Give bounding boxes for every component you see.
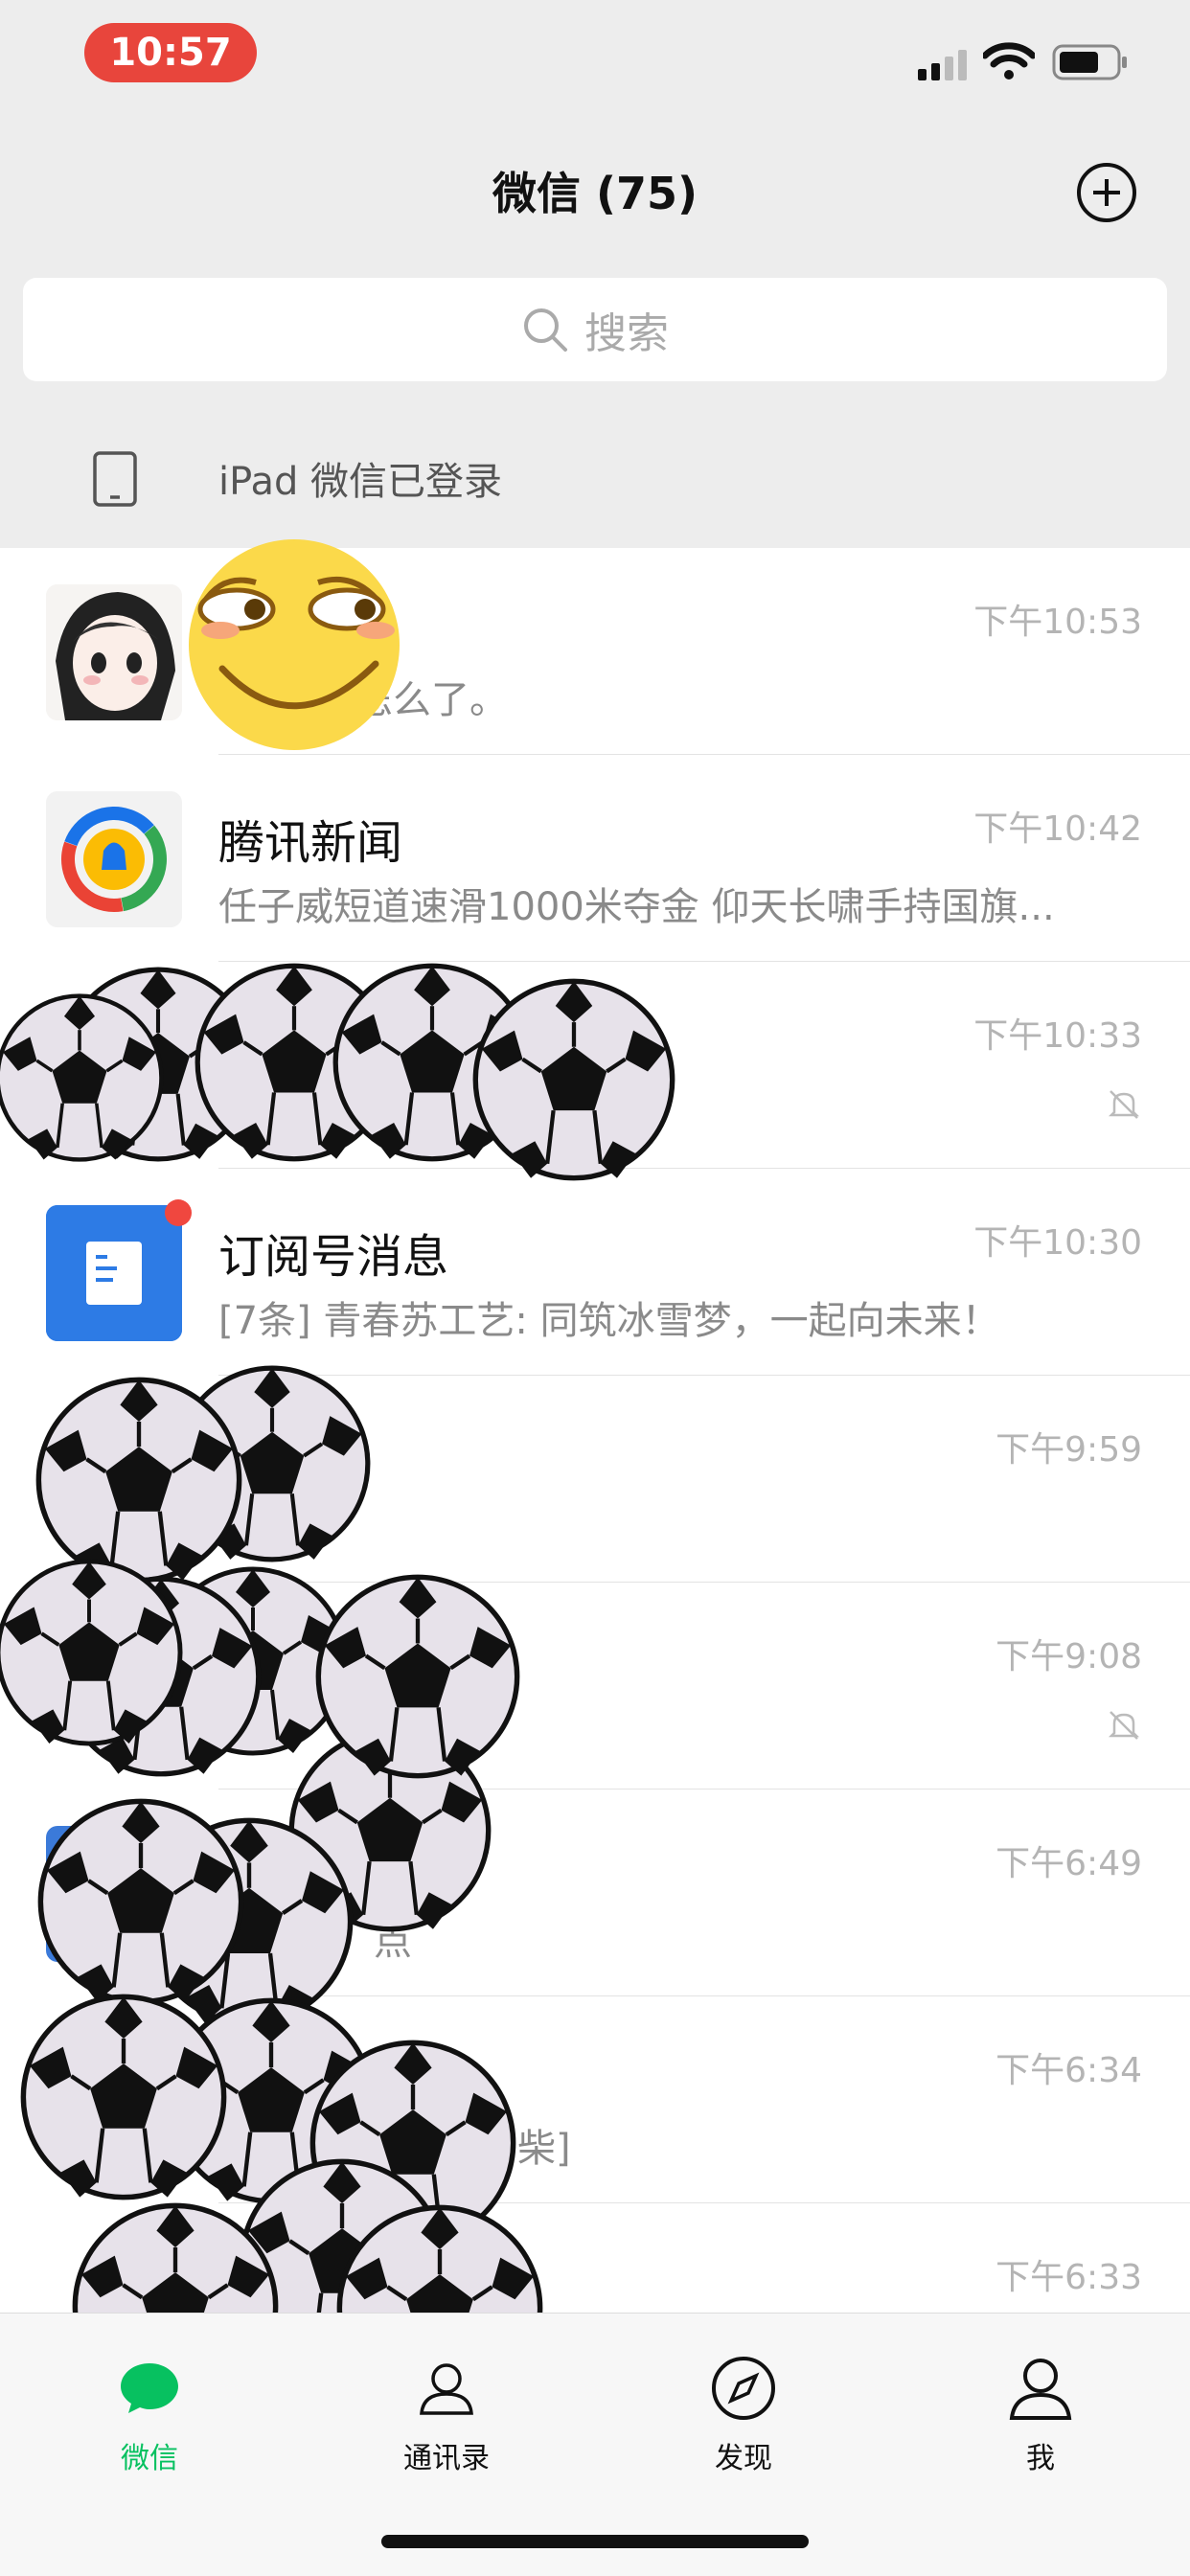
chat-time: 下午9:59 <box>995 1430 1142 1470</box>
tab-chats[interactable]: 微信 <box>54 2342 245 2476</box>
avatar <box>46 584 182 720</box>
mute-bell-icon <box>1108 1090 1140 1119</box>
chat-preview: 点 <box>374 1920 412 1964</box>
chat-time: 下午6:49 <box>995 1844 1142 1883</box>
chat-time: 下午6:34 <box>995 2051 1142 2090</box>
tab-discover[interactable]: 发现 <box>648 2342 839 2476</box>
chat-time: 下午9:08 <box>995 1637 1142 1676</box>
chat-preview: 柴] <box>517 2127 571 2171</box>
tab-label: 我 <box>1026 2442 1055 2475</box>
chat-preview: 任子威短道速滑1000米夺金 仰天长啸手持国旗... <box>218 885 1055 929</box>
home-indicator[interactable] <box>381 2535 809 2548</box>
mute-bell-icon <box>1108 1711 1140 1740</box>
search-icon <box>524 308 567 352</box>
chat-preview: [7条] 青春苏工艺: 同筑冰雪梦，一起向未来！ <box>218 1299 1000 1343</box>
soccer-ball-icon <box>0 979 165 1176</box>
search-placeholder: 搜索 <box>584 309 669 358</box>
chat-name: 腾讯新闻 <box>218 816 403 870</box>
page-title: 微信 (75) <box>492 168 698 219</box>
unread-badge <box>165 1199 192 1226</box>
add-icon[interactable] <box>1075 161 1138 224</box>
tab-contacts[interactable]: 通讯录 <box>351 2342 542 2476</box>
battery-icon <box>1052 44 1127 80</box>
chat-row-tencent-news[interactable]: 腾讯新闻 任子威短道速滑1000米夺金 仰天长啸手持国旗... 下午10:42 <box>0 755 1190 962</box>
chat-row[interactable]: 玩。怎么了。 下午10:53 <box>0 548 1190 755</box>
tencent-news-avatar <box>46 791 182 927</box>
soccer-ball-icon <box>471 977 676 1182</box>
person-icon <box>1009 2359 1072 2420</box>
chat-preview: 玩。怎么了。 <box>278 678 508 722</box>
search-bar[interactable]: 搜索 <box>23 278 1167 381</box>
soccer-ball-icon <box>0 1548 184 1757</box>
soccer-ball-icon <box>19 1993 228 2201</box>
status-bar: 10:57 <box>0 0 1190 134</box>
contacts-icon <box>420 2363 473 2415</box>
chat-time: 下午6:33 <box>995 2258 1142 2297</box>
ipad-login-notice[interactable]: iPad 微信已登录 <box>0 402 1190 548</box>
chat-time: 下午10:30 <box>973 1223 1142 1263</box>
status-time: 10:57 <box>84 23 257 82</box>
smirk-emoji-sticker <box>189 539 400 750</box>
signal-icon <box>918 50 967 80</box>
tab-label: 发现 <box>715 2442 772 2475</box>
device-notice-text: iPad 微信已登录 <box>218 460 503 504</box>
chat-time: 下午10:53 <box>973 603 1142 642</box>
tab-me[interactable]: 我 <box>945 2342 1136 2476</box>
subscription-avatar <box>46 1205 182 1341</box>
tab-label: 微信 <box>121 2442 178 2475</box>
wifi-icon <box>983 42 1035 80</box>
compass-icon <box>712 2357 775 2420</box>
chat-bubble-icon <box>121 2363 178 2413</box>
soccer-ball-icon <box>36 1797 245 2006</box>
chat-time: 下午10:42 <box>973 809 1142 849</box>
soccer-ball-icon <box>314 1573 521 1780</box>
navigation-header: 微信 (75) <box>0 134 1190 249</box>
chat-name: 订阅号消息 <box>218 1230 449 1284</box>
tab-label: 通讯录 <box>403 2442 490 2475</box>
tablet-icon <box>93 451 137 507</box>
chat-time: 下午10:33 <box>973 1016 1142 1056</box>
